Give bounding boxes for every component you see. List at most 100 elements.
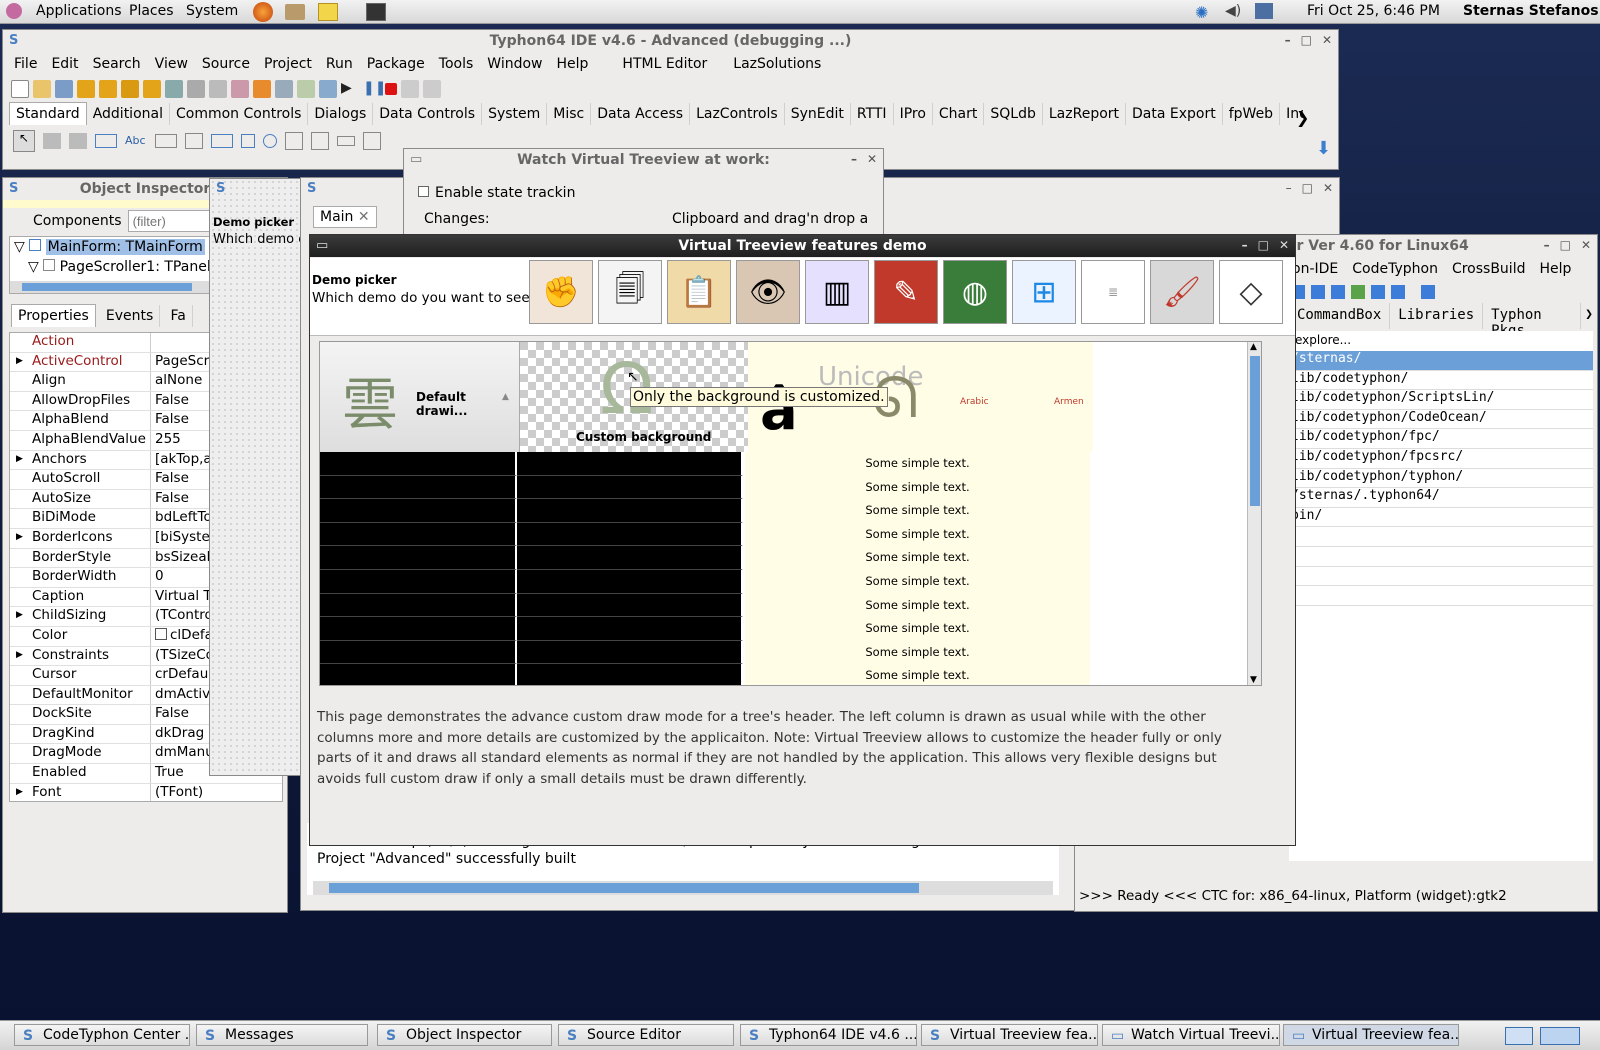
memo-icon[interactable] bbox=[185, 133, 203, 149]
tree-cell[interactable] bbox=[320, 593, 517, 618]
firefox-icon[interactable] bbox=[253, 2, 273, 22]
tree-cell[interactable] bbox=[517, 452, 743, 476]
ide-menu-item[interactable]: HTML Editor bbox=[615, 56, 714, 72]
package-icon[interactable] bbox=[77, 80, 95, 98]
new-icon[interactable] bbox=[11, 80, 29, 98]
tree-cell[interactable] bbox=[517, 664, 743, 685]
path-item[interactable]: bin/ bbox=[1289, 508, 1593, 528]
unit-icon[interactable] bbox=[209, 80, 227, 98]
palette-tab[interactable]: Chart bbox=[933, 103, 985, 125]
options-icon[interactable] bbox=[275, 80, 293, 98]
label-icon[interactable]: Abc bbox=[125, 134, 147, 148]
palette-tab[interactable]: Misc bbox=[547, 103, 592, 125]
header-default-column[interactable]: 雲 Default drawi... ▲ bbox=[320, 342, 520, 452]
palette-tab[interactable]: LazControls bbox=[690, 103, 785, 125]
tree-row[interactable]: Some simple text. bbox=[320, 522, 1248, 547]
clock[interactable]: Fri Oct 25, 6:46 PM bbox=[1307, 3, 1440, 19]
taskbar-button[interactable]: S Object Inspector bbox=[377, 1024, 552, 1046]
path-item[interactable]: lib/codetyphon/CodeOcean/ bbox=[1289, 410, 1593, 430]
message-success[interactable]: Project "Advanced" successfully built bbox=[307, 849, 1059, 867]
property-row[interactable]: ▶ Font (TFont) bbox=[10, 783, 282, 801]
brush-icon[interactable]: 🖌 bbox=[1150, 260, 1214, 324]
gnome-foot-icon[interactable] bbox=[6, 3, 22, 19]
maximize-icon[interactable]: □ bbox=[1560, 238, 1571, 252]
taskbar-button[interactable]: S Messages bbox=[196, 1024, 368, 1046]
tab-properties[interactable]: Properties bbox=[11, 304, 96, 327]
palette-tab[interactable]: Additional bbox=[87, 103, 170, 125]
taskbar-button[interactable]: ▭ Watch Virtual Treevi... bbox=[1102, 1024, 1280, 1046]
close-icon[interactable]: ✕ bbox=[1581, 238, 1591, 252]
tree-item-mainform[interactable]: ▽ MainForm: TMainForm bbox=[14, 239, 205, 255]
minimize-icon[interactable]: – bbox=[1286, 181, 1292, 195]
menu-applications[interactable]: Applications bbox=[36, 3, 122, 19]
minimize-icon[interactable]: – bbox=[1544, 238, 1550, 252]
diamond-icon[interactable]: ◇ bbox=[1219, 260, 1283, 324]
messages-hscrollbar[interactable] bbox=[313, 881, 1053, 895]
tree-cell[interactable] bbox=[320, 546, 517, 570]
tree-row[interactable]: Some simple text. bbox=[320, 617, 1248, 641]
toggle-icon[interactable] bbox=[231, 80, 249, 98]
menu-codetyphon[interactable]: CodeTyphon bbox=[1345, 261, 1445, 277]
tree-cell-text[interactable]: Some simple text. bbox=[745, 522, 1090, 547]
scroll-down-icon[interactable]: ▼ bbox=[1250, 675, 1257, 685]
tab-events[interactable]: Events bbox=[100, 305, 161, 327]
palette-tab[interactable]: Data Access bbox=[591, 103, 691, 125]
tree-row[interactable]: Some simple text. bbox=[320, 475, 1248, 500]
tab-favorites[interactable]: Fa bbox=[164, 305, 193, 327]
palette-tab[interactable]: Data Controls bbox=[373, 103, 483, 125]
taskbar-button[interactable]: S CodeTyphon Center ... bbox=[14, 1024, 190, 1046]
terminal-icon[interactable] bbox=[366, 3, 386, 21]
path-item[interactable]: lib/codetyphon/fpc/ bbox=[1289, 429, 1593, 449]
notes-icon[interactable] bbox=[318, 3, 338, 21]
tree-vscrollbar[interactable]: ▲ ▼ bbox=[1247, 342, 1261, 685]
radiobutton-icon[interactable] bbox=[263, 134, 277, 148]
view-icon[interactable] bbox=[165, 80, 183, 98]
groupbox-icon[interactable] bbox=[363, 132, 381, 150]
tree-cell[interactable] bbox=[320, 570, 517, 594]
menu-crossbuild[interactable]: CrossBuild bbox=[1445, 261, 1533, 277]
open-icon[interactable] bbox=[33, 80, 51, 98]
form-icon[interactable] bbox=[187, 80, 205, 98]
taskbar-button[interactable]: ▭ Virtual Treeview fea... bbox=[1283, 1024, 1459, 1046]
package-icon[interactable] bbox=[99, 80, 117, 98]
button-icon[interactable] bbox=[95, 134, 117, 148]
edit-icon[interactable] bbox=[155, 134, 177, 148]
tree-row[interactable]: Some simple text. bbox=[320, 499, 1248, 523]
ide-menu-item[interactable]: Run bbox=[319, 56, 360, 72]
tabs-scroll-right-icon[interactable]: ❯ bbox=[1581, 303, 1597, 329]
path-item[interactable]: /sternas/ bbox=[1289, 351, 1593, 371]
show-desktop-icon[interactable] bbox=[1505, 1027, 1533, 1045]
palette-tab[interactable]: LazReport bbox=[1043, 103, 1127, 125]
debug-icon[interactable] bbox=[319, 80, 337, 98]
network-icon[interactable]: ✺ bbox=[1195, 3, 1208, 22]
tree-cell-text[interactable]: Some simple text. bbox=[745, 546, 1090, 570]
tree-cell[interactable] bbox=[320, 617, 517, 641]
package-icon[interactable] bbox=[143, 80, 161, 98]
globe-icon[interactable]: ◍ bbox=[943, 260, 1007, 324]
editor-tab-main[interactable]: Main ✕ bbox=[313, 206, 377, 228]
path-item[interactable]: /sternas/.typhon64/ bbox=[1289, 488, 1593, 508]
popupmenu-icon[interactable] bbox=[69, 133, 87, 149]
checkbox[interactable] bbox=[418, 186, 429, 197]
menu-system[interactable]: System bbox=[186, 3, 238, 19]
tool-icon[interactable] bbox=[1421, 285, 1435, 299]
tree-row[interactable]: Some simple text. bbox=[320, 664, 1248, 685]
workspace-icon[interactable] bbox=[1540, 1027, 1580, 1045]
expand-icon[interactable]: ▶ bbox=[16, 787, 23, 797]
scroll-up-icon[interactable]: ▲ bbox=[1250, 342, 1257, 352]
tree-cell-text[interactable]: Some simple text. bbox=[745, 452, 1090, 476]
step-icon[interactable] bbox=[401, 80, 419, 98]
close-icon[interactable]: ✕ bbox=[1323, 181, 1333, 195]
tool-icon[interactable] bbox=[1331, 285, 1345, 299]
tree-cell-text[interactable]: Some simple text. bbox=[745, 570, 1090, 594]
compile-icon[interactable] bbox=[297, 80, 315, 98]
palette-tab[interactable]: RTTI bbox=[851, 103, 894, 125]
tree-cell[interactable] bbox=[517, 475, 743, 500]
menu-help[interactable]: Help bbox=[1532, 261, 1578, 277]
tree-cell[interactable] bbox=[320, 499, 517, 523]
ide-menu-item[interactable]: LazSolutions bbox=[726, 56, 828, 72]
maximize-icon[interactable]: □ bbox=[1301, 33, 1312, 47]
chart-icon[interactable]: ▥ bbox=[805, 260, 869, 324]
pause-icon[interactable]: ❚❚ bbox=[363, 80, 386, 98]
tree-cell[interactable] bbox=[320, 475, 517, 500]
